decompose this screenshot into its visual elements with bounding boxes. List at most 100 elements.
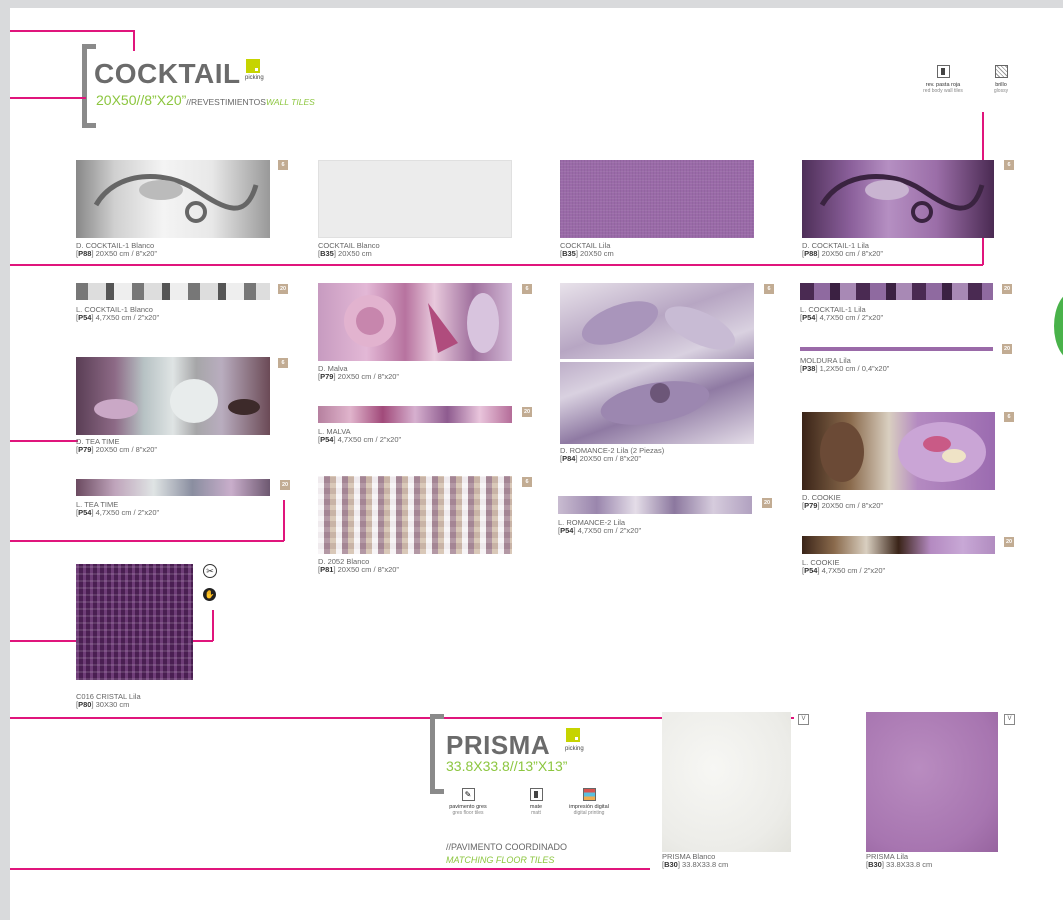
box-qty-badge: 6 [764, 284, 774, 294]
product-size: 4,7X50 cm / 2”x20” [337, 435, 401, 444]
product-code: P80 [78, 700, 92, 709]
caption-d-cocktail-blanco: D. COCKTAIL-1 Blanco [P88] 20X50 cm / 8”x… [76, 242, 157, 258]
caption-cocktail-lila: COCKTAIL Lila [B35] 20X50 cm [560, 242, 614, 258]
product-size: 4,7X50 cm / 2”x20” [95, 508, 159, 517]
feature-glossy-en: glossy [993, 88, 1009, 94]
product-size: 4,7X50 cm / 2”x20” [821, 566, 885, 575]
product-code: P54 [320, 435, 334, 444]
connector-line [212, 610, 214, 641]
product-spec: [P88] 20X50 cm / 8”x20” [76, 249, 157, 258]
glossy-icon [994, 65, 1008, 78]
teapot-picture [94, 379, 260, 423]
product-code: P54 [78, 508, 92, 517]
tile-cocktail-blanco [318, 160, 512, 238]
prisma-size: 33.8X33.8//13”X13” [446, 758, 568, 774]
product-size: 33.8X33.8 cm [886, 860, 933, 869]
connector-line [10, 868, 650, 870]
tile-d-2052 [318, 476, 512, 554]
tile-prisma-lila [866, 712, 998, 852]
connector-line [10, 264, 983, 266]
feature-digital: impresión digital digital printing [560, 788, 618, 816]
tile-l-romance [558, 496, 752, 514]
connector-line [133, 30, 135, 51]
caption-d-cookie: D. COOKIE [P79] 20X50 cm / 8”x20” [802, 494, 883, 510]
product-code: B30 [664, 860, 678, 869]
page-edge-tab[interactable] [1054, 291, 1063, 361]
tile-cocktail-lila [560, 160, 754, 238]
box-qty-badge: 6 [278, 160, 288, 170]
red-body-tile-icon [936, 65, 950, 78]
box-qty-badge: 20 [1002, 284, 1012, 294]
product-code: P54 [560, 526, 574, 535]
box-qty-badge: 20 [278, 284, 288, 294]
box-qty-badge: 6 [1004, 412, 1014, 422]
connector-line [10, 440, 78, 442]
product-spec: [P79] 20X50 cm / 8”x20” [76, 445, 157, 454]
caption-prisma-blanco: PRISMA Blanco [B30] 33.8X33.8 cm [662, 853, 728, 869]
tile-d-cookie [802, 412, 995, 490]
product-spec: [P79] 20X50 cm / 8”x20” [802, 501, 883, 510]
caption-l-romance: L. ROMANCE-2 Lila [P54] 4,7X50 cm / 2”x20… [558, 519, 641, 535]
box-qty-badge: 6 [522, 284, 532, 294]
vitrified-badge: V [1004, 714, 1015, 725]
product-spec: [P54] 4,7X50 cm / 2”x20” [802, 566, 885, 575]
matt-icon [529, 788, 543, 801]
product-code: P54 [78, 313, 92, 322]
product-spec: [B30] 33.8X33.8 cm [866, 860, 933, 869]
product-size: 20X50 cm / 8”x20” [579, 454, 641, 463]
box-qty-badge: 6 [1004, 160, 1014, 170]
product-size: 4,7X50 cm / 2”x20” [577, 526, 641, 535]
product-size: 20X50 cm / 8”x20” [95, 249, 157, 258]
tile-l-malva [318, 406, 512, 423]
box-qty-badge: 20 [1004, 537, 1014, 547]
caption-l-tea-time: L. TEA TIME [P54] 4,7X50 cm / 2”x20” [76, 501, 159, 517]
product-size: 20X50 cm / 8”x20” [821, 249, 883, 258]
product-code: P54 [804, 566, 818, 575]
coordinated-floor-en: MATCHING FLOOR TILES [446, 855, 555, 865]
floor-tile-icon: ✎ [461, 788, 475, 801]
feature-matt-en: matt [531, 810, 541, 816]
digital-print-icon [582, 788, 596, 801]
product-code: B35 [320, 249, 334, 258]
caption-d-malva: D. Malva [P79] 20X50 cm / 8”x20” [318, 365, 399, 381]
product-code: B30 [868, 860, 882, 869]
feature-floor: ✎ pavimento gres gres floor tiles [440, 788, 496, 816]
caption-c016-cristal: C016 CRISTAL Lila [P80] 30X30 cm [76, 693, 141, 709]
caption-cocktail-blanco: COCKTAIL Blanco [B35] 20X50 cm [318, 242, 380, 258]
tile-d-tea-time [76, 357, 270, 435]
caption-d-romance: D. ROMANCE-2 Lila (2 Piezas) [P84] 20X50 … [560, 447, 664, 463]
product-spec: [P54] 4,7X50 cm / 2”x20” [318, 435, 401, 444]
picking-label: picking [565, 746, 584, 752]
product-size: 4,7X50 cm / 2”x20” [819, 313, 883, 322]
product-spec: [P88] 20X50 cm / 8”x20” [802, 249, 883, 258]
tile-prisma-blanco [662, 712, 791, 852]
product-spec: [P84] 20X50 cm / 8”x20” [560, 454, 641, 463]
category-es: //REVESTIMIENTOS [186, 97, 266, 107]
box-qty-badge: 6 [278, 358, 288, 368]
box-qty-badge: 20 [762, 498, 772, 508]
product-size: 1,2X50 cm / 0,4”x20” [819, 364, 890, 373]
tile-c016-cristal [76, 564, 193, 680]
product-size: 20X50 cm / 8”x20” [337, 372, 399, 381]
coordinated-floor-es: //PAVIMENTO COORDINADO [446, 842, 568, 852]
caption-d-tea-time: D. TEA TIME [P79] 20X50 cm / 8”x20” [76, 438, 157, 454]
feature-floor-en: gres floor tiles [452, 810, 484, 816]
category-en: WALL TILES [265, 97, 315, 107]
product-spec: [P38] 1,2X50 cm / 0,4”x20” [800, 364, 890, 373]
product-size: 20X50 cm / 8”x20” [337, 565, 399, 574]
macaron-picture [820, 422, 986, 482]
series-size: 20X50//8”X20” [96, 92, 187, 108]
prisma-title: PRISMA [446, 730, 551, 760]
connector-line [10, 30, 134, 32]
tile-d-malva [318, 283, 512, 361]
connector-line [10, 97, 86, 99]
caption-moldura-lila: MOLDURA Lila [P38] 1,2X50 cm / 0,4”x20” [800, 357, 889, 373]
tile-gap [560, 359, 754, 362]
tile-l-cookie [802, 536, 995, 554]
feature-red-body: rev. pasta roja red body wall tiles [920, 65, 966, 94]
caption-prisma-lila: PRISMA Lila [B30] 33.8X33.8 cm [866, 853, 932, 869]
product-code: P79 [78, 445, 92, 454]
product-code: P79 [320, 372, 334, 381]
series-title: COCKTAIL [94, 58, 241, 89]
product-spec: [P80] 30X30 cm [76, 700, 130, 709]
